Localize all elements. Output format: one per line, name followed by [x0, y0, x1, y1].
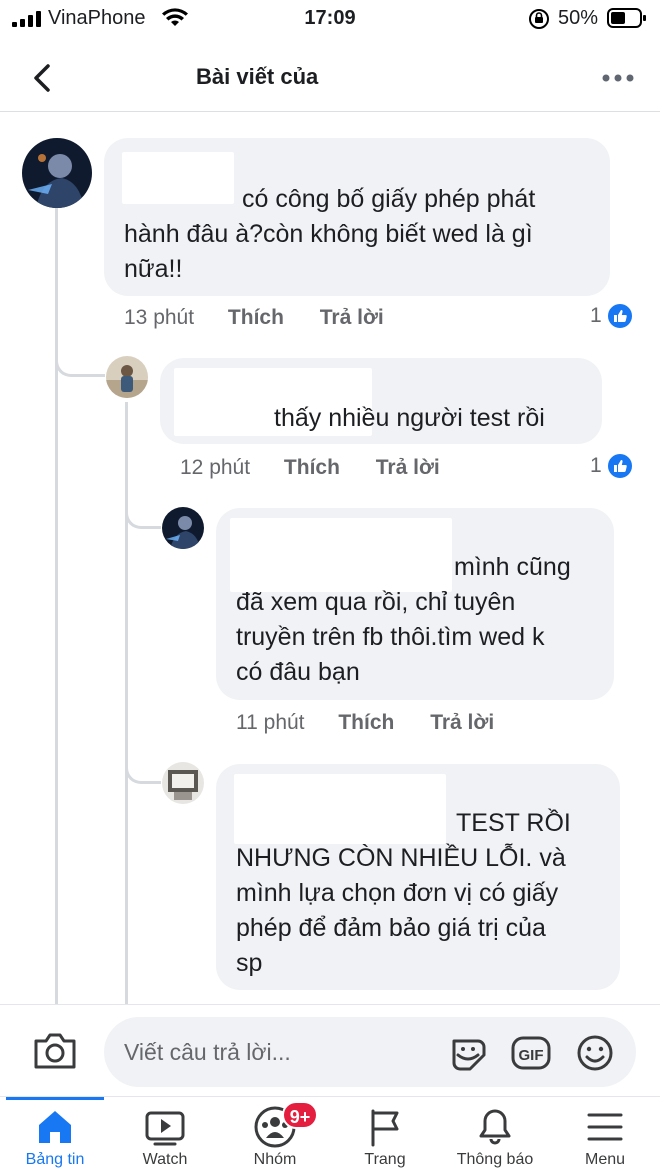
more-options-icon[interactable]: [596, 58, 640, 98]
reply-button[interactable]: Trả lời: [320, 306, 384, 330]
svg-text:GIF: GIF: [519, 1047, 544, 1064]
tab-label: Bảng tin: [25, 1151, 85, 1168]
bell-icon: [479, 1109, 511, 1145]
reply-button[interactable]: Trả lời: [430, 711, 494, 735]
camera-icon[interactable]: [32, 1031, 78, 1071]
reaction-count[interactable]: 1: [590, 302, 634, 330]
like-button[interactable]: Thích: [228, 306, 284, 330]
back-arrow-icon[interactable]: [24, 58, 64, 98]
bottom-tab-bar: Bảng tin Watch 9+ Nhóm Trang Thông báo M…: [0, 1096, 660, 1174]
like-button[interactable]: Thích: [338, 711, 394, 735]
tab-pages[interactable]: Trang: [330, 1097, 440, 1174]
comment-text: mình cũng đã xem qua rồi, chỉ tuyên truy…: [236, 553, 571, 686]
tab-menu[interactable]: Menu: [550, 1097, 660, 1174]
notification-badge: 9+: [282, 1101, 318, 1129]
reaction-count[interactable]: 1: [590, 452, 634, 480]
orientation-lock-icon: [529, 9, 549, 29]
comment-time: 12 phút: [180, 456, 251, 479]
comment-actions: 13 phút Thích Trả lời: [124, 306, 384, 330]
tab-label: Thông báo: [456, 1151, 534, 1168]
comment-bubble: TEST RỒI NHƯNG CÒN NHIỀU LỖI. và mình lự…: [216, 764, 620, 990]
comment-text: có công bố giấy phép phát hành đâu à?còn…: [124, 185, 536, 283]
thread-line: [125, 402, 128, 1004]
comment-actions: 12 phút Thích Trả lời: [180, 456, 440, 480]
reply-input-placeholder: Viết câu trả lời...: [124, 1039, 291, 1065]
tab-groups[interactable]: 9+ Nhóm: [220, 1097, 330, 1174]
sticker-icon[interactable]: [448, 1033, 490, 1073]
menu-hamburger-icon: [587, 1113, 623, 1141]
reaction-number: 1: [590, 454, 602, 477]
tab-watch[interactable]: Watch: [110, 1097, 220, 1174]
flag-icon: [371, 1109, 399, 1147]
like-button[interactable]: Thích: [284, 456, 340, 480]
comment-bubble: mình cũng đã xem qua rồi, chỉ tuyên truy…: [216, 508, 614, 700]
home-icon: [39, 1111, 71, 1143]
battery-percentage: 50%: [558, 7, 599, 29]
comment-time: 13 phút: [124, 306, 195, 329]
avatar[interactable]: [22, 138, 92, 208]
tab-label: Watch: [142, 1151, 188, 1168]
reply-button[interactable]: Trả lời: [376, 456, 440, 480]
avatar[interactable]: [162, 762, 204, 804]
thread-connector: [125, 750, 161, 784]
like-reaction-icon: [605, 452, 634, 480]
comment-bubble: thấy nhiều người test rồi: [160, 358, 602, 444]
tab-label: Menu: [584, 1151, 626, 1168]
battery-icon: [607, 8, 646, 28]
status-bar: VinaPhone 17:09 50%: [0, 0, 660, 38]
emoji-icon[interactable]: [574, 1033, 616, 1073]
tab-notifications[interactable]: Thông báo: [440, 1097, 550, 1174]
tab-news-feed[interactable]: Bảng tin: [0, 1097, 110, 1174]
page-title: Bài viết của: [196, 64, 319, 89]
comment-bubble: có công bố giấy phép phát hành đâu à?còn…: [104, 138, 610, 296]
comment-time: 11 phút: [236, 711, 305, 734]
thread-line: [55, 208, 58, 1004]
comment-actions: 11 phút Thích Trả lời: [236, 711, 494, 735]
post-header: Bài viết của: [0, 44, 660, 112]
reaction-number: 1: [590, 304, 602, 327]
reply-composer: Viết câu trả lời... GIF: [0, 1004, 660, 1096]
tab-label: Trang: [364, 1151, 406, 1168]
comment-text: thấy nhiều người test rồi: [274, 404, 545, 432]
avatar[interactable]: [162, 507, 204, 549]
like-reaction-icon: [605, 302, 634, 330]
thread-connector: [55, 345, 105, 377]
gif-icon[interactable]: GIF: [510, 1033, 552, 1073]
avatar[interactable]: [106, 356, 148, 398]
tab-label: Nhóm: [253, 1151, 297, 1168]
thread-connector: [125, 495, 161, 529]
comment-text: TEST RỒI NHƯNG CÒN NHIỀU LỖI. và mình lự…: [236, 809, 571, 977]
reply-input[interactable]: Viết câu trả lời... GIF: [104, 1017, 636, 1087]
watch-video-icon: [145, 1111, 185, 1146]
